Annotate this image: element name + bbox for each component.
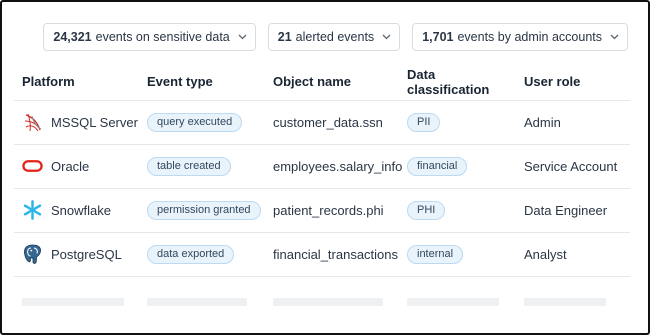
skeleton-bar bbox=[147, 298, 247, 307]
platform-cell: Snowflake bbox=[14, 188, 139, 233]
filter-bar: 24,321 events on sensitive data 21 alert… bbox=[43, 23, 628, 51]
skeleton-bar bbox=[22, 298, 124, 307]
filter-count: 21 bbox=[277, 30, 292, 44]
events-table: Platform Event type Object name Data cla… bbox=[14, 64, 630, 316]
filter-label: events on sensitive data bbox=[95, 30, 230, 44]
skeleton-cell bbox=[516, 276, 630, 316]
skeleton-bar bbox=[407, 298, 499, 307]
skeleton-bar bbox=[524, 298, 606, 307]
user-role-cell: Analyst bbox=[516, 232, 630, 277]
event-type-cell: data exported bbox=[139, 232, 265, 277]
events-panel: 24,321 events on sensitive data 21 alert… bbox=[0, 0, 650, 335]
classification-cell: internal bbox=[399, 232, 516, 277]
column-header-event-type[interactable]: Event type bbox=[139, 64, 265, 101]
platform-name: Oracle bbox=[51, 158, 90, 174]
platform: MSSQL Server bbox=[22, 112, 139, 133]
column-header-object-name[interactable]: Object name bbox=[265, 64, 399, 101]
event-type-badge: table created bbox=[147, 156, 231, 176]
sensitive-data-filter[interactable]: 24,321 events on sensitive data bbox=[43, 23, 256, 51]
platform-cell: MSSQL Server bbox=[14, 100, 139, 145]
event-type-badge: query executed bbox=[147, 112, 243, 132]
classification-cell: PHI bbox=[399, 188, 516, 233]
platform-name: MSSQL Server bbox=[51, 114, 138, 130]
loading-skeleton-row bbox=[14, 276, 630, 316]
user-role-cell: Service Account bbox=[516, 144, 630, 189]
filter-count: 24,321 bbox=[53, 30, 92, 44]
platform-cell: Oracle bbox=[14, 144, 139, 189]
platform: Oracle bbox=[22, 156, 139, 177]
table-header-row: Platform Event type Object name Data cla… bbox=[14, 64, 630, 101]
event-type-cell: permission granted bbox=[139, 188, 265, 233]
chevron-down-icon bbox=[238, 33, 247, 42]
classification-badge: PII bbox=[407, 112, 441, 132]
filter-label: alerted events bbox=[295, 30, 375, 44]
table-row[interactable]: Oracle table created employees.salary_in… bbox=[14, 144, 630, 189]
platform-name: PostgreSQL bbox=[51, 246, 122, 262]
object-name-cell: financial_transactions bbox=[265, 232, 399, 277]
event-type-cell: query executed bbox=[139, 100, 265, 145]
filter-count: 1,701 bbox=[422, 30, 454, 44]
oracle-icon bbox=[22, 156, 43, 177]
column-header-user-role[interactable]: User role bbox=[516, 64, 630, 101]
table-row[interactable]: Snowflake permission granted patient_rec… bbox=[14, 188, 630, 233]
object-name-cell: patient_records.phi bbox=[265, 188, 399, 233]
skeleton-cell bbox=[399, 276, 516, 316]
user-role-cell: Data Engineer bbox=[516, 188, 630, 233]
classification-cell: PII bbox=[399, 100, 516, 145]
table-row[interactable]: MSSQL Server query executed customer_dat… bbox=[14, 100, 630, 145]
chevron-down-icon bbox=[610, 33, 619, 42]
classification-cell: financial bbox=[399, 144, 516, 189]
skeleton-cell bbox=[139, 276, 265, 316]
admin-accounts-filter[interactable]: 1,701 events by admin accounts bbox=[412, 23, 628, 51]
user-role-cell: Admin bbox=[516, 100, 630, 145]
postgresql-icon bbox=[22, 244, 43, 265]
event-type-badge: permission granted bbox=[147, 200, 261, 220]
classification-badge: internal bbox=[407, 244, 464, 264]
platform-name: Snowflake bbox=[51, 202, 111, 218]
chevron-down-icon bbox=[382, 33, 391, 42]
object-name-cell: employees.salary_info bbox=[265, 144, 402, 189]
platform: PostgreSQL bbox=[22, 244, 139, 265]
object-name-cell: customer_data.ssn bbox=[265, 100, 399, 145]
classification-badge: PHI bbox=[407, 200, 446, 220]
table-row[interactable]: PostgreSQL data exported financial_trans… bbox=[14, 232, 630, 277]
filter-label: events by admin accounts bbox=[457, 30, 602, 44]
alerted-events-filter[interactable]: 21 alerted events bbox=[267, 23, 401, 51]
mssql-server-icon bbox=[22, 112, 43, 133]
event-type-cell: table created bbox=[139, 144, 265, 189]
platform: Snowflake bbox=[22, 200, 139, 221]
column-header-data-classification[interactable]: Data classification bbox=[399, 64, 516, 101]
skeleton-cell bbox=[265, 276, 399, 316]
event-type-badge: data exported bbox=[147, 244, 235, 264]
snowflake-icon bbox=[22, 200, 43, 221]
platform-cell: PostgreSQL bbox=[14, 232, 139, 277]
skeleton-cell bbox=[14, 276, 139, 316]
column-header-platform[interactable]: Platform bbox=[14, 64, 139, 101]
skeleton-bar bbox=[273, 298, 383, 307]
classification-badge: financial bbox=[407, 156, 468, 176]
